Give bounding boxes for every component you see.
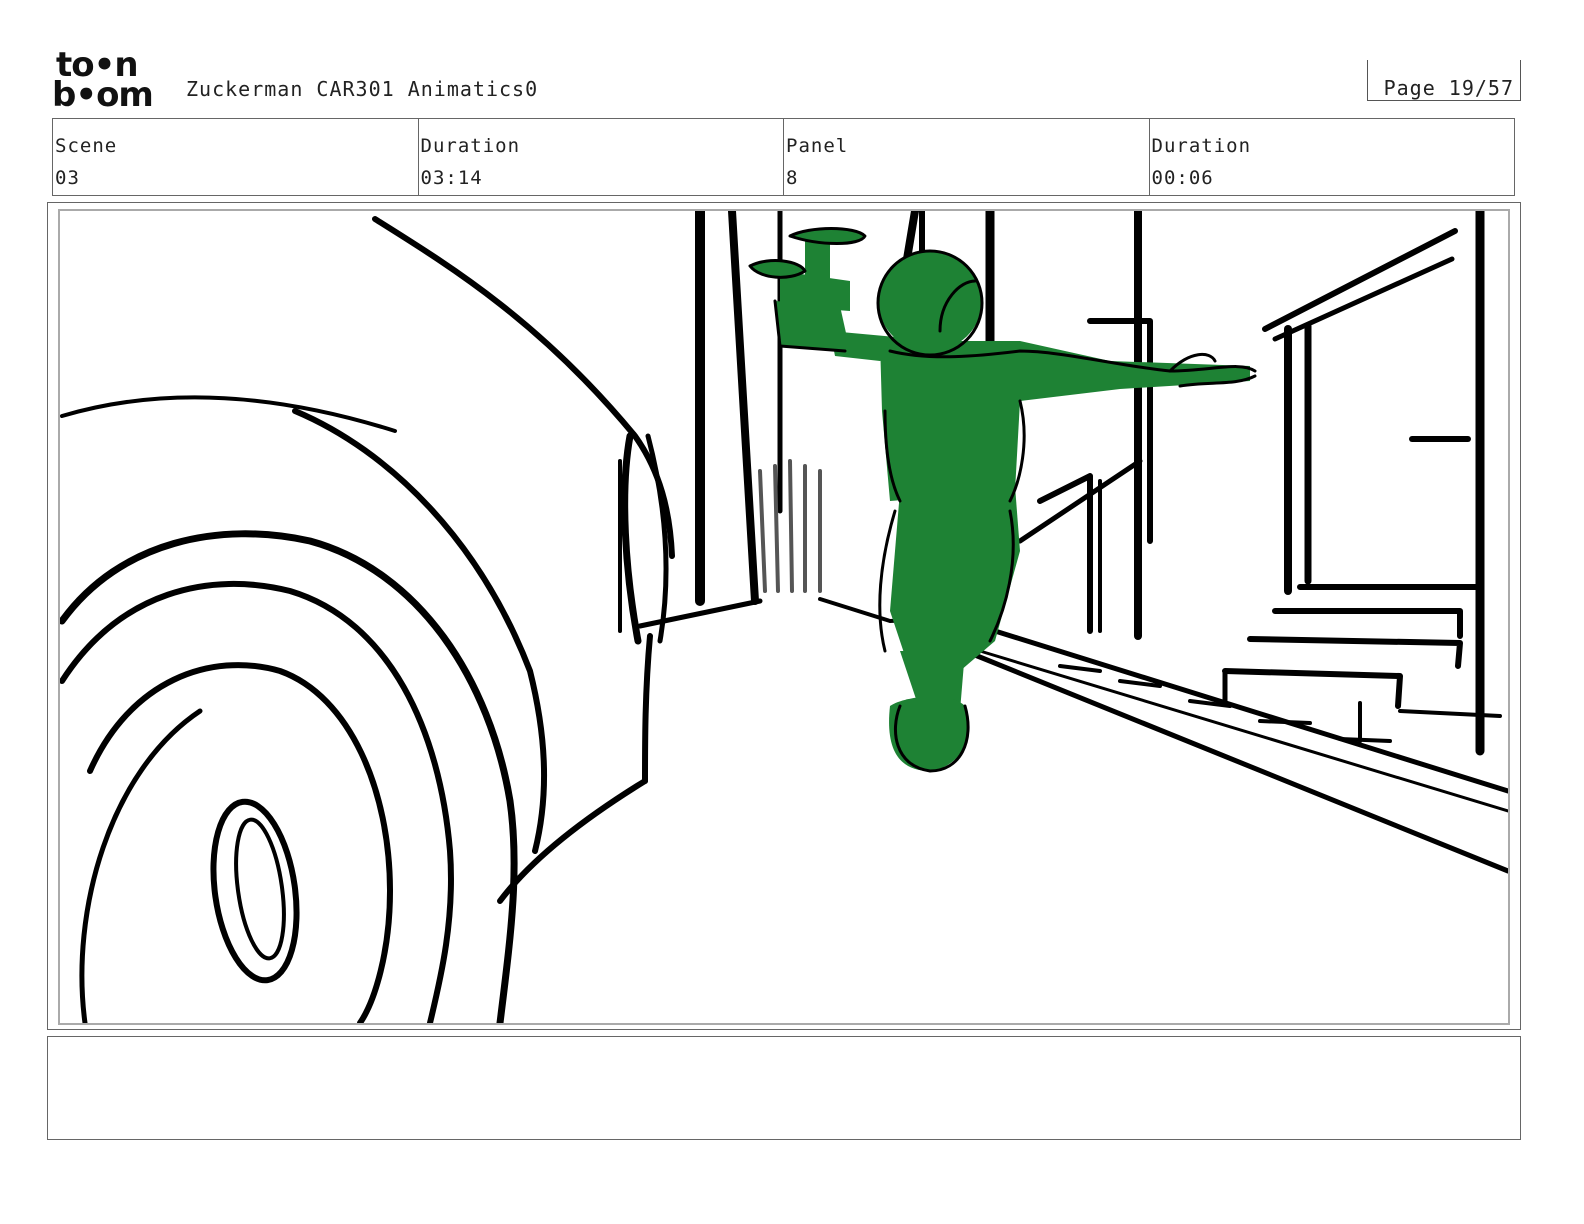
panel-duration-label: Duration <box>1151 135 1252 157</box>
panel-notes-box <box>47 1036 1521 1140</box>
panel-value: 8 <box>786 167 799 189</box>
scene-label: Scene <box>55 135 118 157</box>
scene-info-table: Scene 03 Duration 03:14 Panel 8 Duration… <box>52 118 1515 196</box>
panel-duration-cell: Duration 00:06 <box>1150 119 1515 195</box>
panel-duration-value: 00:06 <box>1151 167 1214 189</box>
scene-duration-cell: Duration 03:14 <box>419 119 784 195</box>
scene-duration-label: Duration <box>420 135 521 157</box>
page-number: Page 19/57 <box>1383 76 1514 100</box>
panel-cell: Panel 8 <box>784 119 1150 195</box>
logo-line-2: b•om <box>52 75 154 115</box>
scene-value: 03 <box>55 167 80 189</box>
car-sketch <box>60 216 763 1023</box>
scene-cell: Scene 03 <box>53 119 419 195</box>
page-number-box: Page 19/57 <box>1367 60 1521 101</box>
storyboard-panel-image <box>58 209 1510 1025</box>
scene-duration-value: 03:14 <box>420 167 483 189</box>
document-title: Zuckerman CAR301 Animatics0 <box>186 77 539 101</box>
panel-label: Panel <box>786 135 849 157</box>
toon-boom-logo: to•n b•om <box>52 48 164 115</box>
storyboard-sketch <box>60 211 1508 1023</box>
